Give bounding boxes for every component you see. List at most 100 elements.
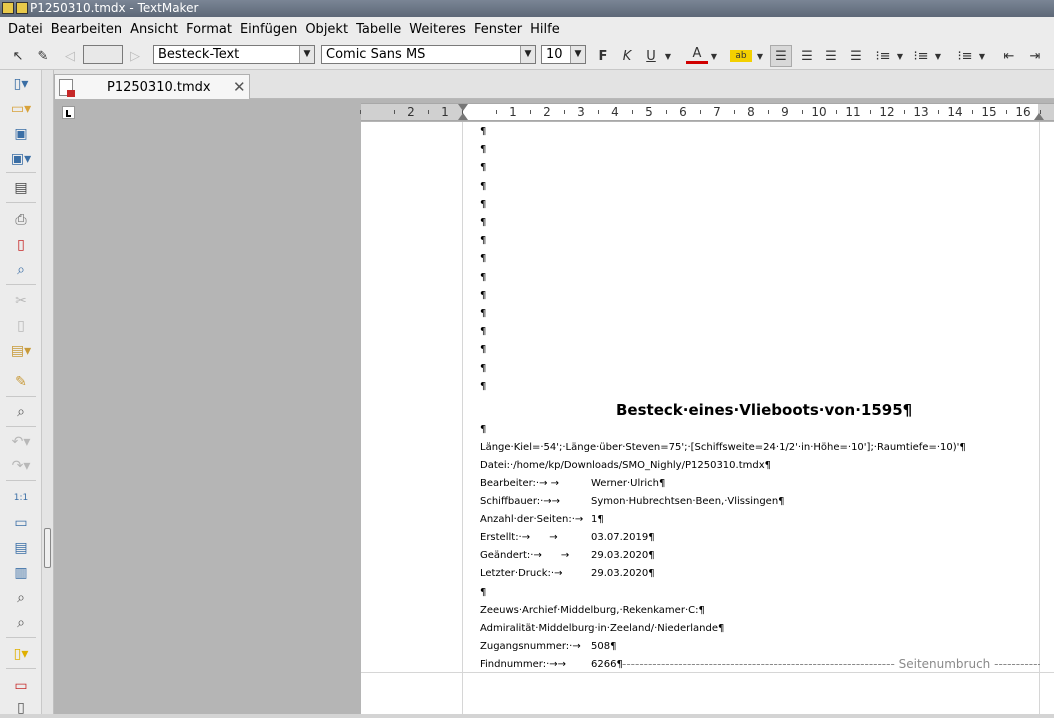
- font-color-button[interactable]: A: [686, 45, 708, 64]
- paragraph-style-select[interactable]: Besteck-Text ▼: [153, 45, 315, 64]
- search-icon[interactable]: ⌕: [8, 402, 34, 422]
- align-center-icon[interactable]: ☰: [796, 45, 818, 67]
- horizontal-ruler[interactable]: 2 1 1 2 3 4 5 6 7 8 9 10 11 12 13 14 15 16: [360, 103, 1054, 121]
- print-preview-icon[interactable]: ▤: [8, 178, 34, 198]
- underline-button[interactable]: U: [642, 45, 660, 67]
- insert-field-icon[interactable]: ▭: [8, 676, 34, 696]
- align-right-icon[interactable]: ☰: [820, 45, 842, 67]
- insert-page-icon[interactable]: ▯: [8, 698, 34, 718]
- cut-icon[interactable]: ✂: [8, 291, 34, 311]
- undo-icon[interactable]: ↶▾: [8, 432, 34, 452]
- numbered-list-icon[interactable]: ⁝≡: [910, 45, 932, 67]
- menu-weiteres[interactable]: Weiteres: [405, 22, 470, 37]
- meta-row: Anzahl·der·Seiten:·→ 1¶: [480, 511, 604, 529]
- bullet-list-icon[interactable]: ⁝≡: [872, 45, 894, 67]
- save-as-icon[interactable]: ▣▾: [8, 149, 34, 169]
- outline-list-icon[interactable]: ⁝≡: [954, 45, 976, 67]
- menu-tabelle[interactable]: Tabelle: [352, 22, 405, 37]
- splitter-grip[interactable]: [44, 528, 51, 568]
- close-icon[interactable]: ✕: [233, 78, 246, 96]
- ruler-tick: [632, 110, 633, 114]
- window-title: P1250310.tmdx - TextMaker: [30, 1, 199, 15]
- menu-ansicht[interactable]: Ansicht: [126, 22, 182, 37]
- meta-label: Bearbeiter:·→ →: [480, 478, 560, 489]
- indent-marker[interactable]: [458, 104, 468, 111]
- title-bar: P1250310.tmdx - TextMaker: [0, 0, 1054, 17]
- edit-mode-icon[interactable]: ✎: [32, 45, 54, 67]
- ruler-label: 15: [981, 105, 997, 119]
- menu-format[interactable]: Format: [182, 22, 236, 37]
- empty-paragraph: ¶: [480, 308, 487, 319]
- archive-line: Zeeuws·Archief·Middelburg,·Rekenkamer·C:…: [480, 605, 705, 616]
- prev-page-icon[interactable]: ◁: [63, 45, 77, 67]
- ruler-tick: [802, 110, 803, 114]
- ruler-label: 7: [713, 105, 721, 119]
- document-tab[interactable]: P1250310.tmdx ✕: [54, 74, 250, 100]
- menu-hilfe[interactable]: Hilfe: [526, 22, 564, 37]
- copy-icon[interactable]: ▯: [8, 316, 34, 336]
- decrease-indent-icon[interactable]: ⇤: [998, 45, 1020, 67]
- italic-button[interactable]: K: [618, 45, 636, 67]
- next-page-icon[interactable]: ▷: [128, 45, 142, 67]
- zoom-custom-icon[interactable]: ⌕: [8, 613, 34, 633]
- chevron-down-icon[interactable]: ▼: [299, 46, 314, 63]
- two-pages-icon[interactable]: ▥: [8, 563, 34, 583]
- chevron-down-icon[interactable]: ▼: [932, 45, 944, 67]
- paste-icon[interactable]: ▤▾: [8, 341, 34, 361]
- chevron-down-icon[interactable]: ▼: [570, 46, 585, 63]
- select-pointer-icon[interactable]: ↖: [8, 45, 28, 67]
- zoom-icon[interactable]: ⌕: [8, 588, 34, 608]
- chevron-down-icon[interactable]: ▼: [708, 45, 720, 67]
- document-page[interactable]: ¶ ¶ ¶ ¶ ¶ ¶ ¶ ¶ ¶ ¶ ¶ ¶ ¶ ¶ ¶ Besteck·eines·Vlieboots·…: [361, 122, 1054, 714]
- menu-einfuegen[interactable]: Einfügen: [236, 22, 301, 37]
- page-width-icon[interactable]: ▭: [8, 513, 34, 533]
- meta-label: Zugangsnummer:·→: [480, 641, 581, 652]
- open-folder-icon[interactable]: ▭▾: [8, 99, 34, 119]
- meta-row: Letzter·Druck:·→ 29.03.2020¶: [480, 565, 655, 583]
- empty-paragraph: ¶: [480, 424, 487, 435]
- meta-value: 29.03.2020¶: [591, 568, 655, 579]
- format-painter-icon[interactable]: ✎: [8, 372, 34, 392]
- menu-datei[interactable]: Datei: [4, 22, 47, 37]
- chevron-down-icon[interactable]: ▼: [894, 45, 906, 67]
- pdf-export-icon[interactable]: ▯: [8, 235, 34, 255]
- increase-indent-icon[interactable]: ⇥: [1024, 45, 1046, 67]
- indent-marker[interactable]: [458, 113, 468, 120]
- meta-value: Werner·Ulrich¶: [591, 478, 666, 489]
- ruler-label: 2: [543, 105, 551, 119]
- save-icon[interactable]: ▣: [8, 124, 34, 144]
- font-name-select[interactable]: Comic Sans MS ▼: [321, 45, 536, 64]
- bold-button[interactable]: F: [594, 45, 612, 67]
- page-number-field[interactable]: [83, 45, 123, 64]
- align-left-icon[interactable]: ☰: [770, 45, 792, 67]
- insert-frame-icon[interactable]: ▯▾: [8, 644, 34, 664]
- highlight-button[interactable]: ab: [730, 50, 752, 62]
- chevron-down-icon[interactable]: ▼: [662, 45, 674, 67]
- print-icon[interactable]: ⎙: [8, 210, 34, 230]
- new-document-icon[interactable]: ▯▾: [8, 74, 34, 94]
- meta-row: Bearbeiter:·→ → Werner·Ulrich¶: [480, 475, 665, 493]
- chevron-down-icon[interactable]: ▼: [520, 46, 535, 63]
- zoom-100-icon[interactable]: 1:1: [8, 488, 34, 508]
- ruler-tick: [734, 110, 735, 114]
- empty-paragraph: ¶: [480, 162, 487, 174]
- ruler-label: 11: [845, 105, 861, 119]
- indent-marker[interactable]: [1034, 113, 1044, 120]
- format-toolbar: ↖ ✎ ◁ ▷ Besteck-Text ▼ Comic Sans MS ▼ 1…: [0, 41, 1054, 70]
- font-size-value: 10: [546, 47, 563, 62]
- empty-paragraph: ¶: [480, 326, 487, 338]
- sidebar-splitter[interactable]: [42, 70, 54, 714]
- chevron-down-icon[interactable]: ▼: [754, 45, 766, 67]
- full-page-icon[interactable]: ▤: [8, 538, 34, 558]
- redo-icon[interactable]: ↷▾: [8, 456, 34, 476]
- font-size-select[interactable]: 10 ▼: [541, 45, 586, 64]
- menu-objekt[interactable]: Objekt: [301, 22, 352, 37]
- find-document-icon[interactable]: ⌕: [8, 260, 34, 280]
- chevron-down-icon[interactable]: ▼: [976, 45, 988, 67]
- tab-type-icon[interactable]: [62, 106, 75, 119]
- ruler-label: 5: [645, 105, 653, 119]
- menu-bearbeiten[interactable]: Bearbeiten: [47, 22, 126, 37]
- align-justify-icon[interactable]: ☰: [845, 45, 867, 67]
- menu-fenster[interactable]: Fenster: [470, 22, 526, 37]
- ruler-tick: [564, 110, 565, 114]
